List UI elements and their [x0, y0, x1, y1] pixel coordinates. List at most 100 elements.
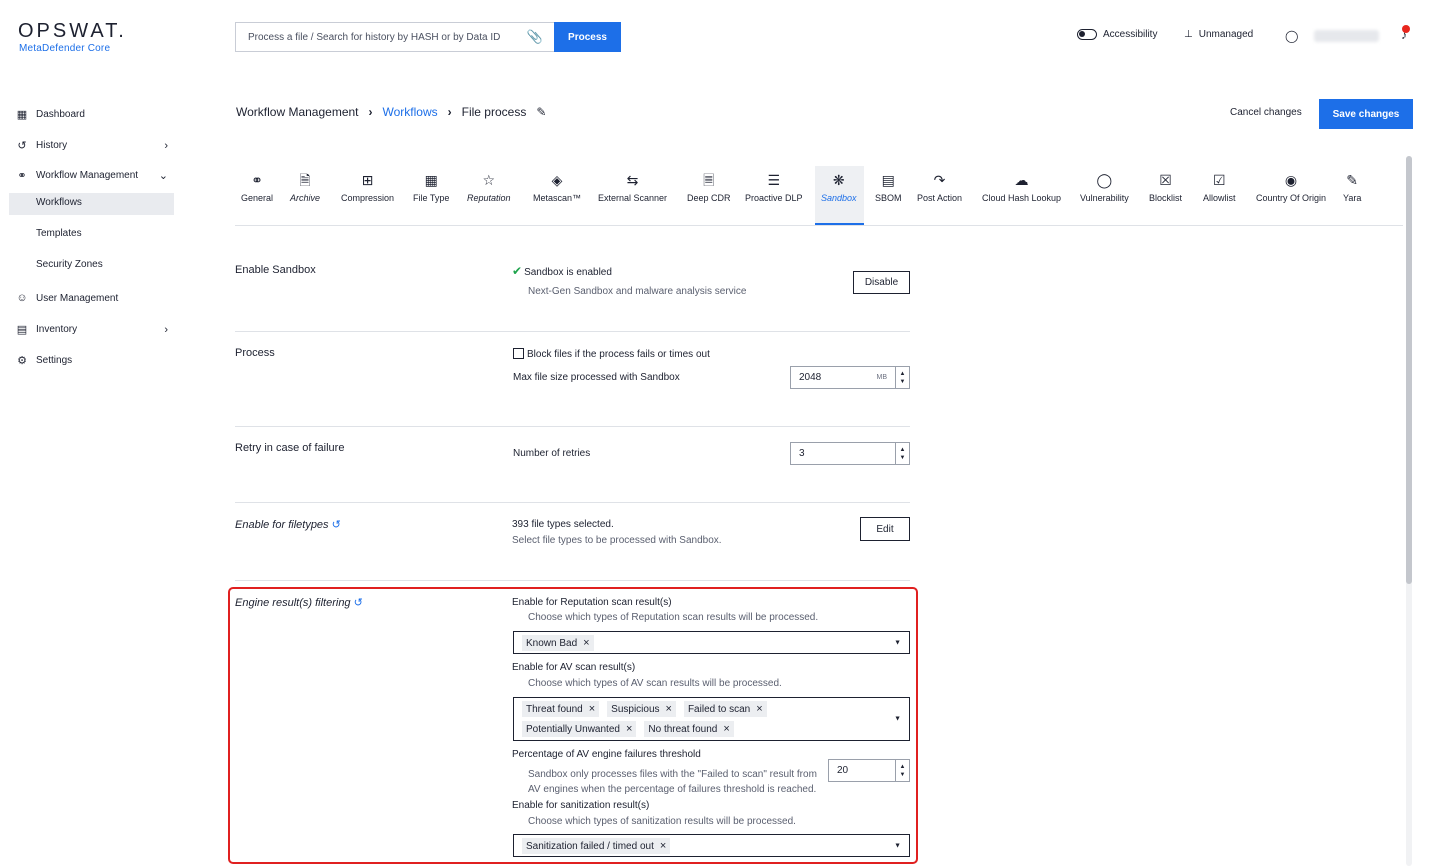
section-divider	[235, 426, 910, 427]
chip: Potentially Unwanted ×	[522, 721, 637, 737]
sidebar-item-label: History	[36, 140, 68, 151]
general-icon: ⚭	[251, 172, 263, 188]
reputation-select[interactable]: Known Bad × ▼	[513, 631, 910, 654]
active-item-highlight	[9, 193, 174, 215]
chip: Suspicious ×	[607, 701, 676, 717]
sidebar-item-dashboard[interactable]: ▦ Dashboard	[16, 108, 174, 121]
sidebar-subitem-security-zones[interactable]: Security Zones	[36, 259, 103, 270]
max-file-size-input[interactable]: 2048 MB ▲ ▼	[790, 366, 910, 389]
retries-input[interactable]: 3 ▲ ▼	[790, 442, 910, 465]
tab-allowlist[interactable]: ☑ Allowlist	[1203, 172, 1236, 203]
deep-cdr-icon: 🗏	[703, 172, 715, 188]
close-icon[interactable]: ×	[626, 723, 632, 735]
engine-filtering-title: Engine result(s) filtering ↺	[235, 597, 363, 609]
dashboard-icon: ▦	[16, 109, 28, 121]
chip: Known Bad ×	[522, 635, 594, 651]
archive-icon: 🗎	[299, 172, 311, 188]
tab-country-of-origin[interactable]: ◉ Country Of Origin	[1256, 172, 1326, 203]
tab-external-scanner[interactable]: ⇆ External Scanner	[598, 172, 667, 203]
sidebar-item-history[interactable]: ↺ History ›	[16, 139, 174, 153]
tab-deep-cdr[interactable]: 🗏 Deep CDR	[687, 172, 731, 203]
history-icon[interactable]: ↺	[332, 519, 341, 531]
sandbox-status: ✔ Sandbox is enabled	[512, 264, 612, 278]
section-divider	[235, 331, 910, 332]
filetypes-description: Select file types to be processed with S…	[512, 535, 722, 546]
accessibility-toggle[interactable]: Accessibility	[1077, 29, 1157, 40]
unmanaged-link[interactable]: ⊥ Unmanaged	[1184, 29, 1253, 40]
paperclip-icon[interactable]: 📎	[527, 29, 543, 45]
notification-bell[interactable]: ♪	[1401, 25, 1410, 42]
tab-proactive-dlp[interactable]: ☰ Proactive DLP	[745, 172, 803, 203]
breadcrumb-root[interactable]: Workflow Management	[236, 105, 359, 119]
cancel-changes-button[interactable]: Cancel changes	[1230, 107, 1302, 118]
breadcrumb-workflows[interactable]: Workflows	[383, 105, 438, 119]
chevron-right-icon: ›	[164, 139, 168, 152]
disable-button[interactable]: Disable	[853, 271, 910, 294]
close-icon[interactable]: ×	[589, 703, 595, 715]
layers-icon: ◈	[551, 172, 563, 188]
chevron-down-icon[interactable]: ▼	[894, 639, 901, 646]
sidebar-item-workflow-management[interactable]: ⚭ Workflow Management ⌄	[16, 169, 174, 182]
sanitization-select[interactable]: Sanitization failed / timed out × ▼	[513, 834, 910, 857]
tab-post-action[interactable]: ↷ Post Action	[917, 172, 962, 203]
search-input[interactable]: Process a file / Search for history by H…	[235, 22, 555, 52]
chevron-down-icon[interactable]: ▼	[894, 716, 901, 723]
tab-metascan[interactable]: ◈ Metascan™	[533, 172, 581, 203]
tab-sbom[interactable]: ▤ SBOM	[875, 172, 902, 203]
close-icon[interactable]: ×	[666, 703, 672, 715]
sidebar-item-label: Inventory	[36, 324, 78, 335]
edit-filetypes-button[interactable]: Edit	[860, 517, 910, 541]
sidebar-item-user-management[interactable]: ☺ User Management	[16, 292, 174, 304]
breadcrumb-separator-icon: ›	[447, 105, 452, 119]
close-icon[interactable]: ×	[756, 703, 762, 715]
close-icon[interactable]: ×	[660, 840, 666, 852]
user-menu[interactable]: ◯	[1285, 29, 1380, 43]
user-icon: ◯	[1285, 29, 1299, 43]
users-icon: ☺	[16, 292, 28, 304]
product-name: MetaDefender Core	[19, 43, 111, 54]
globe-icon: ◉	[1284, 172, 1298, 188]
chevron-down-icon[interactable]: ▼	[894, 842, 901, 849]
toggle-icon[interactable]	[1077, 29, 1097, 40]
stepper-icon[interactable]: ▲ ▼	[895, 443, 909, 464]
sidebar-item-settings[interactable]: ⚙ Settings	[16, 354, 174, 367]
process-title: Process	[235, 347, 275, 359]
save-changes-button[interactable]: Save changes	[1319, 99, 1413, 129]
close-icon[interactable]: ×	[583, 637, 589, 649]
cloud-icon: ☁	[1014, 172, 1029, 188]
compression-icon: ⊞	[361, 172, 374, 188]
tab-vulnerability[interactable]: ◯ Vulnerability	[1080, 172, 1129, 203]
history-icon[interactable]: ↺	[354, 597, 363, 609]
tab-general[interactable]: ⚭ General	[241, 172, 273, 203]
gear-icon: ⚙	[17, 355, 27, 367]
tab-archive[interactable]: 🗎 Archive	[290, 172, 320, 203]
checkbox-icon[interactable]	[513, 348, 524, 359]
chevron-right-icon: ›	[164, 323, 168, 336]
threshold-input[interactable]: 20 ▲ ▼	[828, 759, 910, 782]
sidebar-subitem-templates[interactable]: Templates	[36, 228, 82, 239]
stepper-icon[interactable]: ▲ ▼	[895, 760, 909, 781]
check-circle-icon: ✔	[512, 264, 523, 278]
sidebar-item-inventory[interactable]: ▤ Inventory ›	[16, 323, 174, 337]
filetypes-title: Enable for filetypes ↺	[235, 519, 341, 531]
scrollbar-thumb[interactable]	[1406, 156, 1412, 584]
tab-file-type[interactable]: ▦ File Type	[413, 172, 449, 203]
tab-blocklist[interactable]: ☒ Blocklist	[1149, 172, 1182, 203]
block-files-checkbox[interactable]: Block files if the process fails or time…	[513, 348, 710, 360]
tab-yara[interactable]: ✎ Yara	[1343, 172, 1361, 203]
av-select[interactable]: Threat found × Suspicious × Failed to scan…	[513, 697, 910, 741]
stepper-icon[interactable]: ▲ ▼	[895, 367, 909, 388]
sidebar-item-label: Settings	[36, 355, 73, 366]
edit-icon[interactable]: ✎	[536, 105, 546, 119]
tab-cloud-hash-lookup[interactable]: ☁ Cloud Hash Lookup	[982, 172, 1061, 203]
tab-reputation[interactable]: ☆ Reputation	[467, 172, 511, 203]
brand-logo[interactable]: OPSWAT.	[18, 20, 127, 43]
close-icon[interactable]: ×	[723, 723, 729, 735]
section-divider	[235, 502, 910, 503]
tab-compression[interactable]: ⊞ Compression	[341, 172, 394, 203]
process-button[interactable]: Process	[554, 22, 621, 52]
sidebar-subitem-workflows[interactable]: Workflows	[36, 197, 82, 208]
tab-sandbox[interactable]: ❋ Sandbox	[821, 172, 857, 203]
tabs-divider	[235, 225, 1403, 226]
workflow-icon: ⚭	[17, 170, 27, 182]
